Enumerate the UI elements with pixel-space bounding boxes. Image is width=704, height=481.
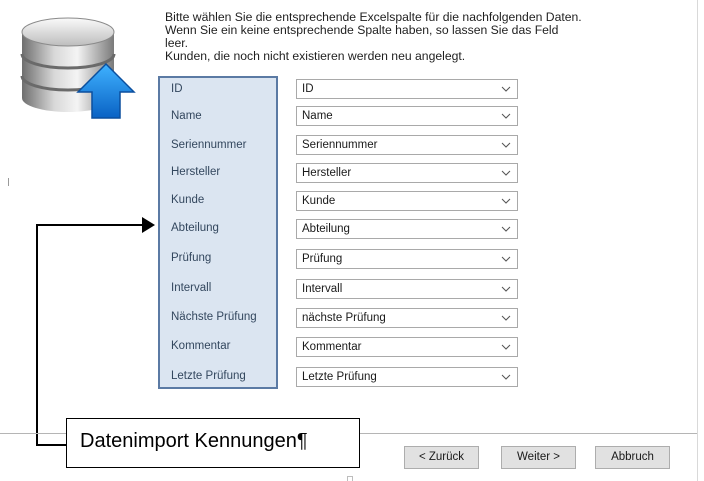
callout-connector	[36, 224, 38, 446]
field-label-kommentar: Kommentar	[171, 340, 231, 352]
chevron-down-icon	[501, 113, 511, 119]
resize-grip	[347, 476, 353, 481]
field-label-kunde: Kunde	[171, 194, 205, 206]
column-select-letzte-pruefung[interactable]: Letzte Prüfung	[296, 367, 518, 387]
select-value: Abteilung	[302, 223, 350, 235]
database-import-icon	[20, 17, 136, 119]
select-value: nächste Prüfung	[302, 312, 386, 324]
chevron-down-icon	[501, 170, 511, 176]
import-wizard-dialog: Bitte wählen Sie die entsprechende Excel…	[0, 0, 704, 481]
back-button[interactable]: < Zurück	[404, 446, 479, 469]
column-select-id[interactable]: ID	[296, 79, 518, 99]
column-select-abteilung[interactable]: Abteilung	[296, 219, 518, 239]
chevron-down-icon	[501, 226, 511, 232]
callout-arrowhead-icon	[142, 217, 155, 233]
instructions-line: Kunden, die noch nicht existieren werden…	[165, 49, 466, 63]
callout-connector	[36, 444, 68, 446]
select-value: Intervall	[302, 283, 343, 295]
chevron-down-icon	[501, 344, 511, 350]
field-label-letzte-pruefung: Letzte Prüfung	[171, 370, 246, 382]
select-value: Letzte Prüfung	[302, 371, 377, 383]
instructions-text: Bitte wählen Sie die entsprechende Excel…	[165, 11, 685, 63]
window-edge-marker	[8, 178, 9, 186]
annotation-callout: Datenimport Kennungen¶	[66, 418, 360, 468]
field-label-naechste-pruefung: Nächste Prüfung	[171, 311, 257, 323]
column-select-pruefung[interactable]: Prüfung	[296, 249, 518, 269]
field-label-intervall: Intervall	[171, 282, 212, 294]
callout-connector	[36, 224, 144, 226]
chevron-down-icon	[501, 142, 511, 148]
column-select-hersteller[interactable]: Hersteller	[296, 163, 518, 183]
cancel-button[interactable]: Abbruch	[595, 446, 670, 469]
field-label-id: ID	[171, 83, 183, 95]
chevron-down-icon	[501, 286, 511, 292]
field-label-abteilung: Abteilung	[171, 222, 219, 234]
chevron-down-icon	[501, 256, 511, 262]
field-label-pruefung: Prüfung	[171, 252, 212, 264]
column-select-seriennummer[interactable]: Seriennummer	[296, 135, 518, 155]
select-value: Prüfung	[302, 253, 343, 265]
select-value: Kunde	[302, 195, 336, 207]
window-edge	[697, 0, 698, 481]
select-value: Seriennummer	[302, 139, 378, 151]
select-value: Hersteller	[302, 167, 352, 179]
chevron-down-icon	[501, 198, 511, 204]
chevron-down-icon	[501, 374, 511, 380]
field-label-hersteller: Hersteller	[171, 166, 221, 178]
select-value: Kommentar	[302, 341, 362, 353]
select-value: Name	[302, 110, 333, 122]
column-select-kommentar[interactable]: Kommentar	[296, 337, 518, 357]
field-label-seriennummer: Seriennummer	[171, 139, 247, 151]
instructions-line: Wenn Sie ein keine entsprechende Spalte …	[165, 23, 559, 37]
column-select-kunde[interactable]: Kunde	[296, 191, 518, 211]
column-select-name[interactable]: Name	[296, 106, 518, 126]
callout-text: Datenimport Kennungen¶	[80, 430, 308, 452]
field-label-name: Name	[171, 110, 202, 122]
column-select-intervall[interactable]: Intervall	[296, 279, 518, 299]
chevron-down-icon	[501, 315, 511, 321]
column-select-naechste-pruefung[interactable]: nächste Prüfung	[296, 308, 518, 328]
chevron-down-icon	[501, 86, 511, 92]
select-value: ID	[302, 83, 314, 95]
next-button[interactable]: Weiter >	[501, 446, 576, 469]
